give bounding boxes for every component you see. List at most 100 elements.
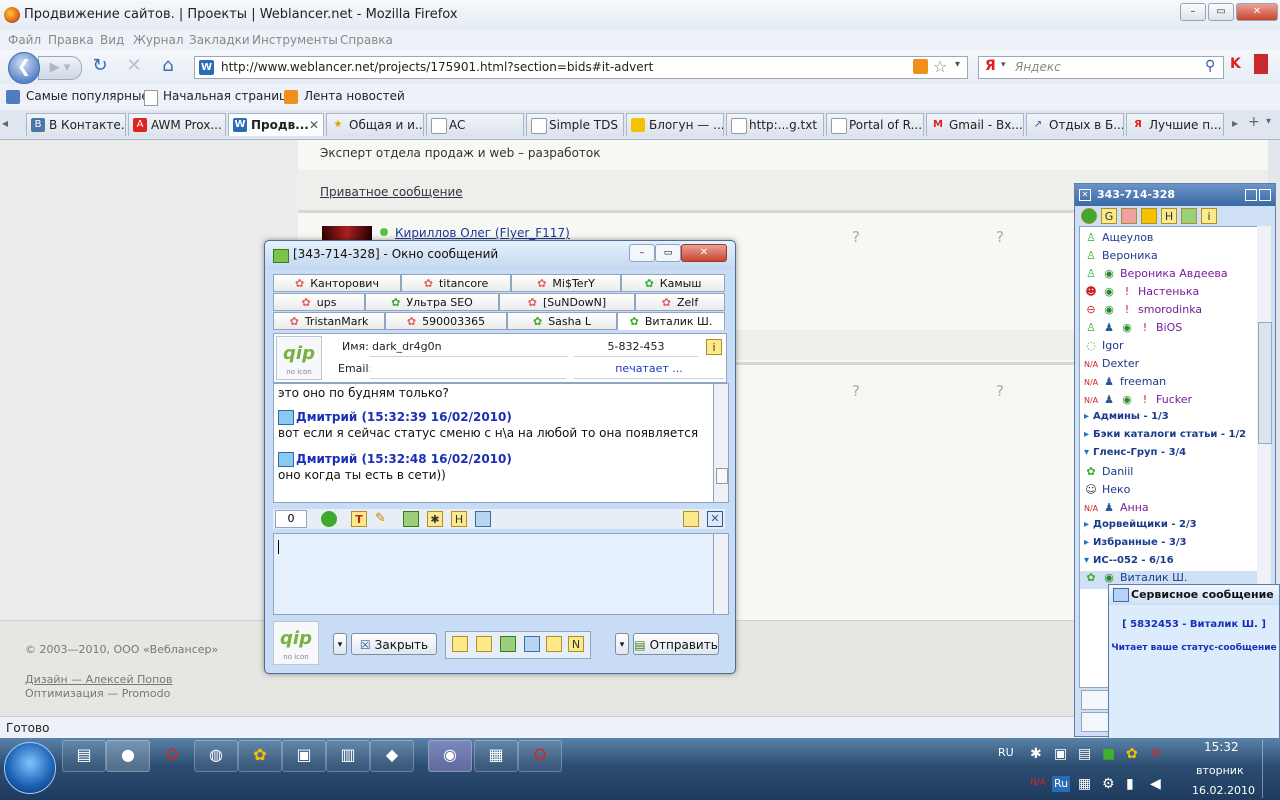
action-icon[interactable] [452,636,468,652]
minimize-button[interactable]: – [1180,3,1206,21]
chat-scrollbar[interactable] [713,383,729,503]
contact-tab[interactable]: ✿ [SuNDowN] [499,293,635,311]
msgwin-close-button[interactable]: ✕ [681,244,727,262]
action-icon[interactable] [524,636,540,652]
menu-history[interactable]: Журнал [133,33,184,47]
contact-tab[interactable]: ✿ TristanMark [273,312,385,330]
contact-item[interactable]: N/A ♟ ◉! Fucker [1084,393,1192,406]
file-transfer-icon[interactable] [475,511,491,527]
tab-weblancer-active[interactable]: W Продв... ✕ [228,113,324,136]
tab-ac[interactable]: AC [426,113,524,136]
menu-file[interactable]: Файл [8,33,41,47]
new-tab-icon[interactable]: + [1248,114,1260,130]
users-icon[interactable] [1181,208,1197,224]
reload-icon[interactable]: ↻ [90,56,110,76]
url-dropdown-icon[interactable]: ▾ [955,59,960,70]
privacy-icon[interactable] [1121,208,1137,224]
contact-tab[interactable]: ✿ 590003365 [385,312,507,330]
contact-tab[interactable]: ✿ titancore [401,274,511,292]
clock-time[interactable]: 15:32 [1204,740,1239,754]
tab-blogun[interactable]: Блогун — ... [626,113,724,136]
chat-history[interactable]: это оно по будням только? Дмитрий (15:32… [273,383,715,503]
addon-icon[interactable] [1254,54,1268,74]
qip-taskbar-icon[interactable]: ✿ [238,740,282,772]
contact-item[interactable]: N/A Dexter [1084,357,1139,370]
contact-group[interactable]: ▸ Избранные - 3/3 [1084,537,1186,548]
cl-close-icon[interactable]: ✕ [1079,189,1091,201]
action-icon[interactable] [546,636,562,652]
all-tabs-icon[interactable]: ▾ [1266,116,1271,127]
contact-tab[interactable]: ✿ Sasha L [507,312,617,330]
smiley-icon[interactable] [321,511,337,527]
tray-icon[interactable]: ■ [1102,746,1115,762]
terminal-icon[interactable]: ▦ [474,740,518,772]
contact-item[interactable]: ◌ Igor [1084,339,1123,352]
tab-vkontakte[interactable]: B В Контакте... [26,113,126,136]
scroll-thumb[interactable] [1258,322,1272,444]
scroll-tabs-right-icon[interactable]: ▸ [1232,116,1238,130]
app-icon[interactable]: ◉ [428,740,472,772]
tray-icon[interactable]: ▦ [1078,776,1091,792]
url-text[interactable]: http://www.weblancer.net/projects/175901… [221,60,653,74]
yandex-bar-icon[interactable]: K [1230,56,1241,72]
action-icon[interactable]: N [568,636,584,652]
cl-maximize-icon[interactable] [1245,189,1257,201]
explorer-icon[interactable]: ▤ [62,740,106,772]
close-tab-icon[interactable]: ✕ [309,114,319,136]
name-field[interactable]: dark_dr4g0n [370,338,568,357]
contact-item[interactable]: ♙ Вероника [1084,249,1158,262]
firefox-taskbar-icon[interactable]: ● [106,740,150,772]
search-icon[interactable]: ⚲ [1205,58,1215,74]
scroll-tabs-left-icon[interactable]: ◂ [2,116,8,130]
tab-best[interactable]: Я Лучшие п... [1126,113,1224,136]
tab-otdyh[interactable]: ↗ Отдых в Б... [1026,113,1124,136]
home-icon[interactable]: ⌂ [158,56,178,76]
tab-gmail[interactable]: M Gmail - Вх... [926,113,1024,136]
close-window-button[interactable]: ✕ [1236,3,1278,21]
contact-item[interactable]: ⊖ ◉! smorodinka [1084,303,1202,316]
contact-tab-active[interactable]: ✿ Виталик Ш. [617,312,725,330]
contact-details-icon[interactable]: i [706,339,722,355]
optimization-credit[interactable]: Оптимизация — Promodo [25,687,170,700]
rss-icon[interactable] [913,59,928,74]
menu-view[interactable]: Вид [100,33,124,47]
network-icon[interactable]: ▮ [1126,776,1134,792]
contact-item[interactable]: N/A ♟ freeman [1084,375,1166,388]
contact-item[interactable]: ♙ ◉ Вероника Авдеева [1084,267,1228,280]
bookmark-news-feed[interactable]: Лента новостей [304,89,405,103]
contact-group[interactable]: ▾ Гленс-Груп - 3/4 [1084,447,1186,458]
color-icon[interactable]: ✎ [375,511,386,526]
uin-field[interactable]: 5-832-453 [574,338,698,357]
tray-icon[interactable]: N/A [1030,778,1046,788]
contact-tab[interactable]: ✿ Ультра SEO [365,293,499,311]
input-scrollbar[interactable] [713,533,729,615]
contact-item[interactable]: ♙ Ащеулов [1084,231,1153,244]
tray-icon[interactable]: ✱ [1030,746,1042,762]
contact-tab[interactable]: ✿ ups [273,293,365,311]
design-credit-link[interactable]: Дизайн — Алексей Попов [25,673,173,686]
tray-icon[interactable]: ⚙ [1102,776,1115,792]
stop-icon[interactable]: ✕ [124,56,144,76]
menu-edit[interactable]: Правка [48,33,94,47]
contact-group[interactable]: ▾ ИС--052 - 6/16 [1084,555,1174,566]
g-icon[interactable]: G [1101,208,1117,224]
show-desktop-button[interactable] [1262,740,1279,798]
tab-txt-file[interactable]: http:...g.txt [726,113,824,136]
cl-minimize-icon[interactable] [1259,189,1271,201]
tray-icon[interactable]: ▣ [1054,746,1067,762]
notes-icon[interactable] [683,511,699,527]
save-history-icon[interactable] [403,511,419,527]
url-bar[interactable]: W http://www.weblancer.net/projects/1759… [194,56,968,79]
forward-button[interactable]: ▶ ▾ [38,56,82,80]
bookmark-star-icon[interactable]: ☆ [933,57,947,76]
tray-icon[interactable]: ✿ [1126,746,1138,762]
contact-item[interactable]: ♙ ♟ ◉! BiOS [1084,321,1182,334]
app-icon[interactable]: ◆ [370,740,414,772]
menu-tools[interactable]: Инструменты [252,33,338,47]
opera-icon[interactable]: O [150,740,194,772]
contact-tab[interactable]: ✿ Zelf [635,293,725,311]
info-icon[interactable]: i [1201,208,1217,224]
chrome-icon[interactable]: ◍ [194,740,238,772]
action-icon[interactable] [500,636,516,652]
send-button[interactable]: ▤ Отправить [633,633,719,655]
